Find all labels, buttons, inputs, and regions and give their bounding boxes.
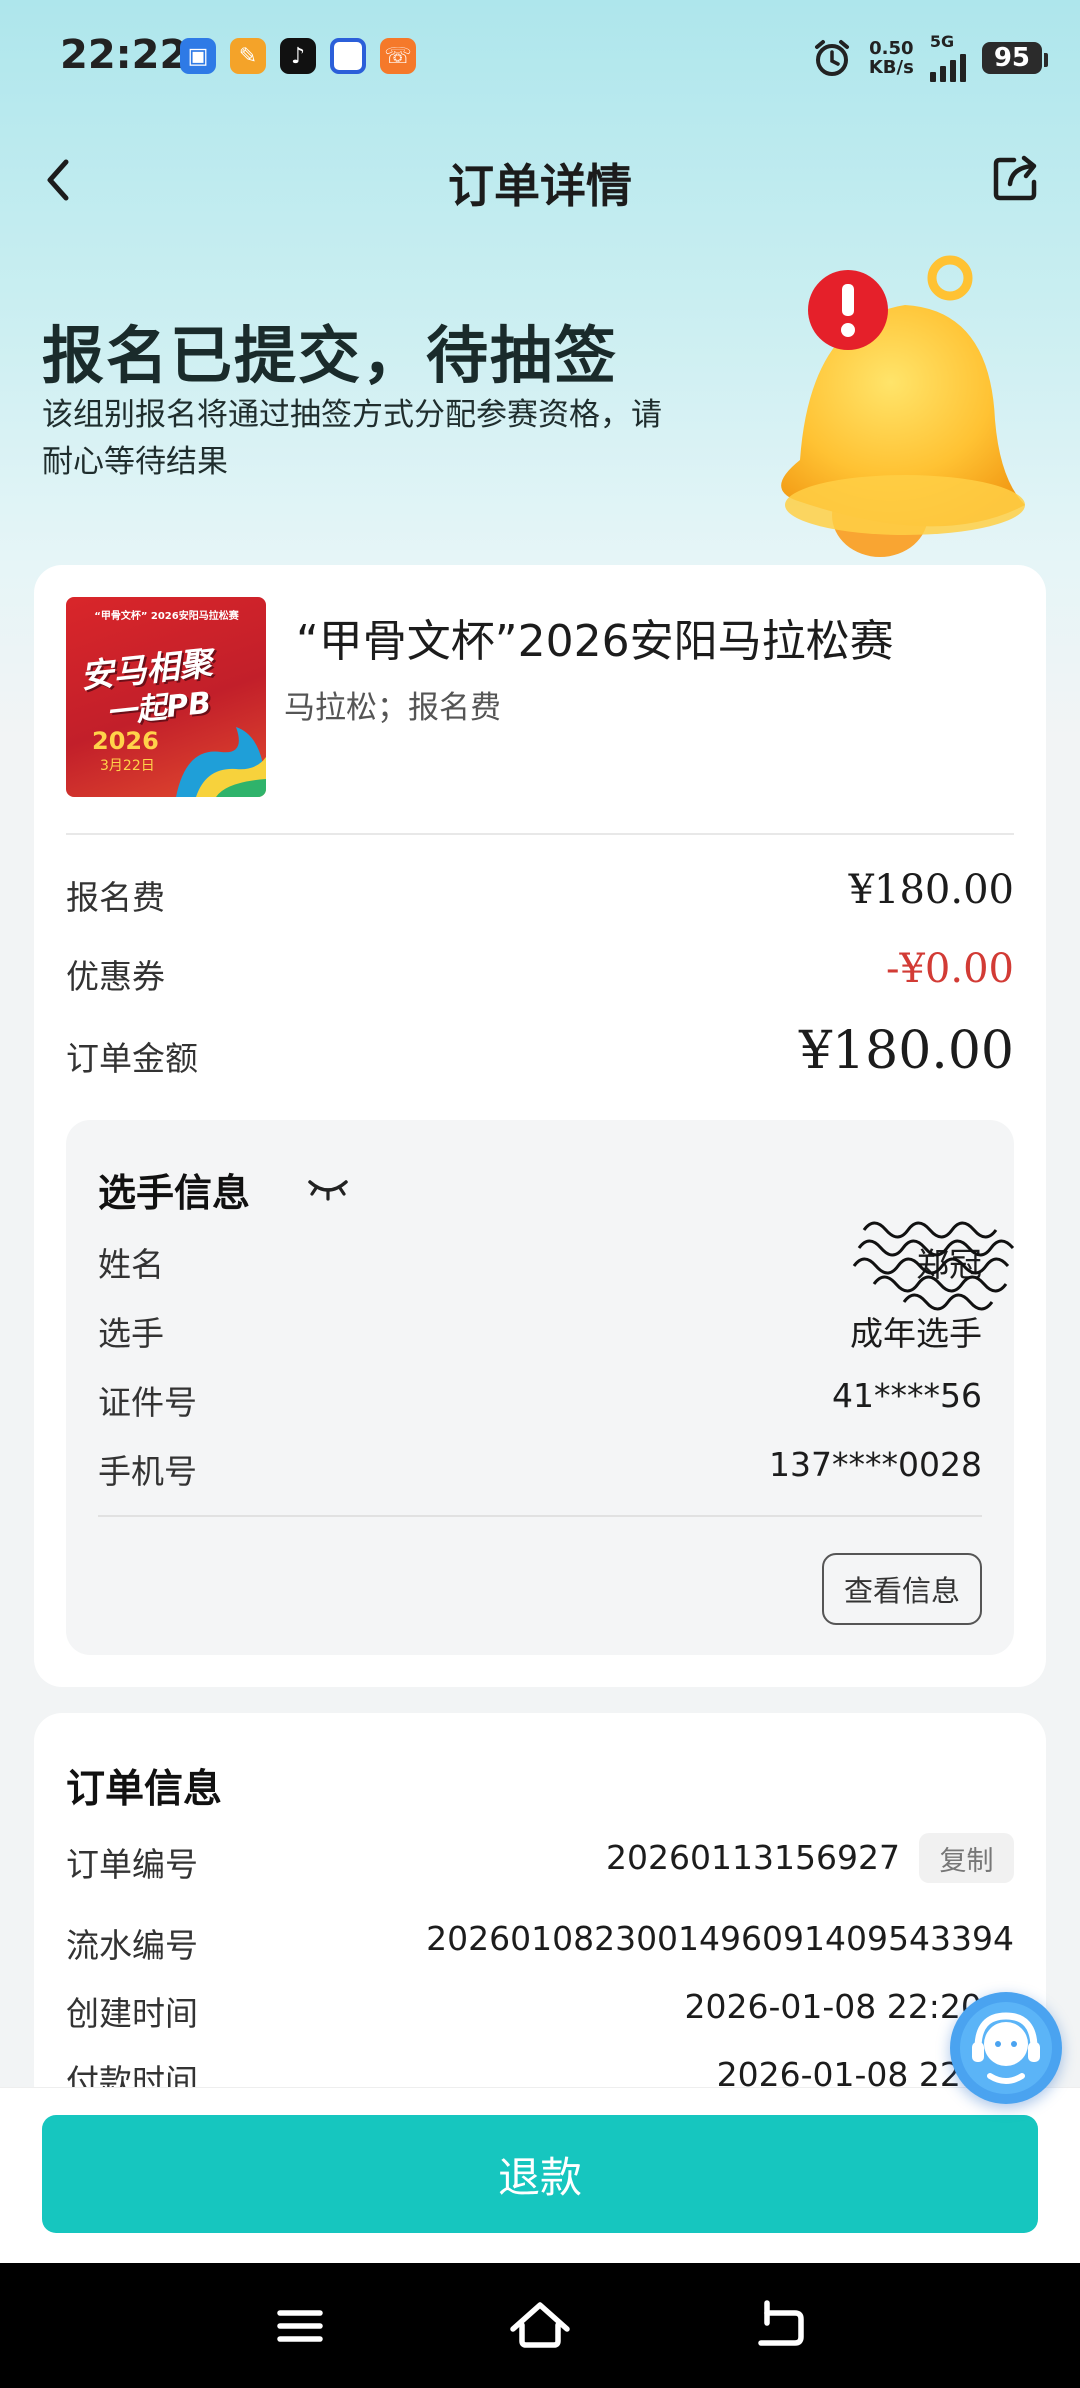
player-info-title: 选手信息 <box>98 1171 251 1215</box>
coupon-label: 优惠券 <box>66 957 165 996</box>
created-time-label: 创建时间 <box>66 1994 198 2033</box>
app-notification-icon: ▣ <box>180 38 216 74</box>
coupon-value: -¥0.00 <box>885 946 1014 992</box>
status-time: 22:22 <box>60 32 188 78</box>
player-type-label: 选手 <box>98 1314 164 1353</box>
battery-indicator: 95 <box>981 42 1049 74</box>
bell-illustration-icon <box>781 255 1025 557</box>
id-number-value: 41****56 <box>832 1376 982 1415</box>
network-type: 5G <box>929 32 955 51</box>
customer-service-button[interactable] <box>950 1992 1062 2104</box>
order-number-label: 订单编号 <box>66 1845 198 1884</box>
copy-button[interactable]: 复制 <box>919 1833 1014 1883</box>
status-bar: 22:22 ▣ ✎ ♪ ☏ 0.50 KB/s 5G 95 <box>0 0 1080 115</box>
order-number-value: 20260113156927 <box>606 1838 900 1877</box>
headset-agent-icon <box>960 2002 1052 2094</box>
order-amount-value: ¥180.00 <box>798 1021 1014 1081</box>
home-icon[interactable] <box>505 2291 575 2361</box>
tiktok-icon: ♪ <box>280 38 316 74</box>
app-notification-icon: ☏ <box>380 38 416 74</box>
app-notification-icon: ✎ <box>230 38 266 74</box>
signal-bars-icon <box>929 50 966 82</box>
phone-value: 137****0028 <box>769 1445 982 1484</box>
redaction-scribble <box>852 1221 1015 1311</box>
event-subtitle: 马拉松；报名费 <box>284 690 501 726</box>
network-speed: 0.50 KB/s <box>868 38 914 78</box>
event-title: “甲骨文杯”2026安阳马拉松赛 <box>296 616 894 667</box>
alarm-icon <box>814 40 849 76</box>
poster-year: 2026 <box>92 727 159 755</box>
poster-wave-art-icon <box>176 727 266 797</box>
hidden-eye-icon[interactable] <box>306 1174 350 1202</box>
status-app-icons: ▣ ✎ ♪ ☏ <box>180 38 416 74</box>
page-title: 订单详情 <box>448 159 632 213</box>
signal-indicator: 5G <box>929 32 966 82</box>
back-arrow-icon[interactable] <box>38 150 78 210</box>
fee-value: ¥180.00 <box>848 867 1014 913</box>
divider <box>98 1515 982 1517</box>
share-icon[interactable] <box>988 150 1044 206</box>
poster-header: “甲骨文杯” 2026安阳马拉松赛 <box>94 611 239 622</box>
poster-date: 3月22日 <box>100 758 155 774</box>
order-info-card: 订单信息 订单编号 20260113156927 复制 流水编号 2026010… <box>34 1713 1046 2113</box>
system-navigation-bar <box>0 2263 1080 2388</box>
serial-number-label: 流水编号 <box>66 1926 198 1965</box>
player-type-value: 成年选手 <box>850 1314 982 1353</box>
status-description: 该组别报名将通过抽签方式分配参赛资格，请耐心等待结果 <box>42 397 662 480</box>
view-info-button[interactable]: 查看信息 <box>822 1553 982 1625</box>
bottom-action-bar: 退款 <box>0 2087 1080 2263</box>
id-number-label: 证件号 <box>98 1383 197 1422</box>
back-nav-icon[interactable] <box>745 2291 815 2361</box>
event-poster-image[interactable]: “甲骨文杯” 2026安阳马拉松赛 安马相聚 一起PB 2026 3月22日 <box>66 597 266 797</box>
status-heading: 报名已提交，待抽签 <box>42 319 619 392</box>
divider <box>66 833 1014 835</box>
status-indicators: 0.50 KB/s 5G 95 <box>811 32 1049 82</box>
app-notification-icon <box>330 38 366 74</box>
menu-icon[interactable] <box>265 2291 335 2361</box>
order-amount-label: 订单金额 <box>66 1039 198 1078</box>
order-info-title: 订单信息 <box>66 1767 223 1812</box>
fee-label: 报名费 <box>66 878 165 917</box>
phone-label: 手机号 <box>98 1452 197 1491</box>
serial-number-value: 202601082300149609140954339​4 <box>426 1919 1014 1958</box>
player-info-section: 选手信息 姓名 郑冠 选手 成年选手 证件号 41****56 手机号 137*… <box>66 1120 1015 1655</box>
player-name-label: 姓名 <box>98 1245 164 1284</box>
refund-button[interactable]: 退款 <box>42 2115 1038 2233</box>
event-order-card: “甲骨文杯” 2026安阳马拉松赛 安马相聚 一起PB 2026 3月22日 “… <box>34 565 1046 1687</box>
